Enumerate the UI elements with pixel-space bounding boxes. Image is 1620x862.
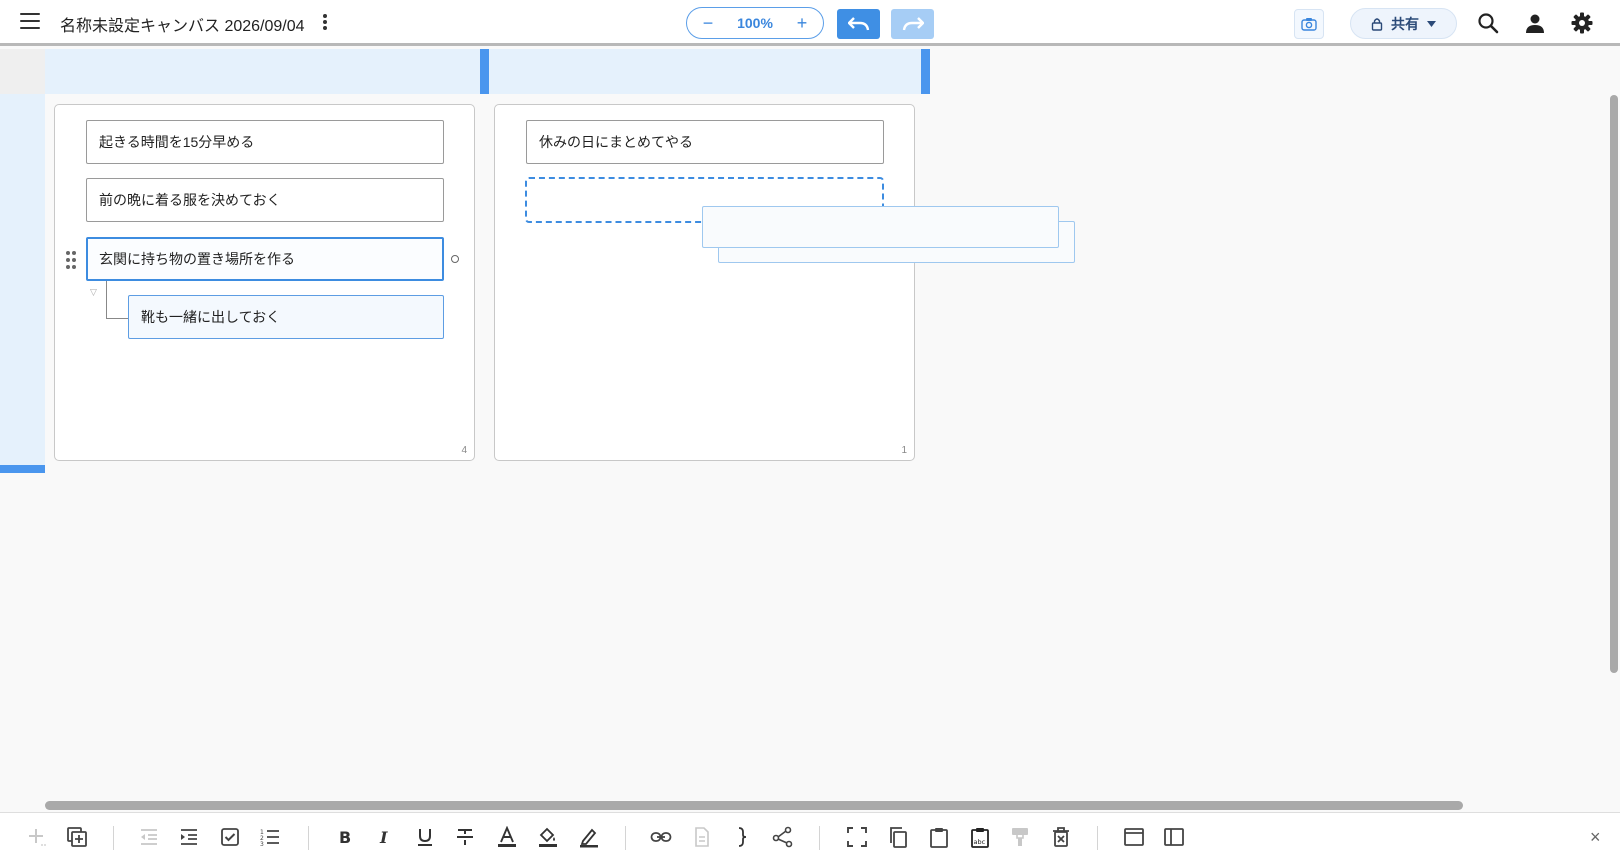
- search-icon[interactable]: [1477, 12, 1499, 34]
- undo-icon: [847, 17, 869, 31]
- item-count: 4: [461, 445, 467, 456]
- svg-text:abc: abc: [974, 838, 986, 846]
- toolbar-separator: [113, 826, 114, 850]
- vertical-scrollbar-thumb[interactable]: [1610, 95, 1618, 673]
- connector-handle-icon[interactable]: [451, 255, 459, 263]
- dragged-card-ghost[interactable]: [702, 206, 1059, 248]
- toolbar-separator: [625, 826, 626, 850]
- card-item[interactable]: 起きる時間を15分早める: [86, 120, 444, 164]
- caret-down-icon: [1427, 20, 1436, 27]
- svg-text:B: B: [339, 828, 351, 847]
- delete-icon[interactable]: [1049, 825, 1073, 849]
- redo-button[interactable]: [891, 9, 934, 39]
- zoom-level[interactable]: 100%: [737, 15, 773, 31]
- numbered-list-icon[interactable]: 123: [258, 825, 282, 849]
- bold-icon[interactable]: B: [333, 825, 357, 849]
- camera-icon: [1301, 18, 1317, 31]
- card-item[interactable]: 休みの日にまとめてやる: [526, 120, 884, 164]
- share-label: 共有: [1391, 15, 1419, 32]
- underline-icon[interactable]: [413, 825, 437, 849]
- note-icon[interactable]: [690, 825, 714, 849]
- column-header-1[interactable]: [45, 49, 480, 94]
- drag-handle-icon[interactable]: [66, 251, 78, 269]
- italic-icon[interactable]: I: [373, 825, 397, 849]
- svg-text:3: 3: [260, 841, 264, 848]
- add-item-icon[interactable]: [25, 825, 49, 849]
- horizontal-scrollbar-thumb[interactable]: [45, 801, 1463, 810]
- outdent-icon[interactable]: [137, 825, 161, 849]
- toolbar-separator: [819, 826, 820, 850]
- connector-share-icon[interactable]: [771, 825, 795, 849]
- format-painter-icon[interactable]: [1008, 825, 1032, 849]
- row-resize-handle[interactable]: [0, 465, 45, 473]
- menu-icon[interactable]: [20, 13, 40, 31]
- strikethrough-icon[interactable]: [453, 825, 477, 849]
- column-header-2[interactable]: [489, 49, 921, 94]
- svg-text:I: I: [379, 828, 388, 847]
- window-layout-icon[interactable]: [1122, 825, 1146, 849]
- collapse-triangle-icon[interactable]: ▽: [90, 287, 97, 298]
- child-card-item[interactable]: 靴も一緒に出しておく: [128, 295, 444, 339]
- column-resize-handle-1[interactable]: [480, 49, 489, 94]
- checkbox-icon[interactable]: [218, 825, 242, 849]
- border-color-icon[interactable]: [577, 825, 601, 849]
- sidebar-layout-icon[interactable]: [1162, 825, 1186, 849]
- toolbar-separator: [1097, 826, 1098, 850]
- indent-icon[interactable]: [177, 825, 201, 849]
- zoom-control: − 100% +: [686, 7, 824, 39]
- redo-icon: [902, 17, 924, 31]
- item-count: 1: [901, 445, 907, 456]
- font-color-icon[interactable]: [495, 825, 519, 849]
- copy-icon[interactable]: [886, 825, 910, 849]
- format-toolbar: 123 B I abc ×: [0, 812, 1620, 862]
- card-item-selected[interactable]: 玄関に持ち物の置き場所を作る: [86, 237, 444, 281]
- share-button[interactable]: 共有: [1350, 8, 1457, 39]
- zoom-out-button[interactable]: −: [699, 14, 717, 32]
- lock-icon: [1371, 17, 1383, 31]
- duplicate-add-icon[interactable]: [65, 825, 89, 849]
- fit-screen-icon[interactable]: [845, 825, 869, 849]
- tree-connector-line: [106, 281, 129, 319]
- canvas-title[interactable]: 名称未設定キャンバス 2026/09/04: [60, 12, 305, 36]
- card-item[interactable]: 前の晩に着る服を決めておく: [86, 178, 444, 222]
- paste-icon[interactable]: [927, 825, 951, 849]
- top-header: 名称未設定キャンバス 2026/09/04 − 100% + 共有: [0, 0, 1620, 46]
- paste-text-icon[interactable]: abc: [968, 825, 992, 849]
- screenshot-button[interactable]: [1294, 9, 1324, 39]
- toolbar-separator: [308, 826, 309, 850]
- close-toolbar-icon[interactable]: ×: [1590, 827, 1601, 848]
- link-icon[interactable]: [649, 825, 673, 849]
- settings-gear-icon[interactable]: [1571, 12, 1593, 34]
- brace-icon[interactable]: [730, 825, 754, 849]
- undo-button[interactable]: [837, 9, 880, 39]
- account-icon[interactable]: [1524, 12, 1546, 34]
- grid-corner: [0, 49, 45, 94]
- zoom-in-button[interactable]: +: [793, 14, 811, 32]
- row-header[interactable]: [0, 94, 45, 467]
- column-resize-handle-2[interactable]: [921, 49, 930, 94]
- fill-color-icon[interactable]: [536, 825, 560, 849]
- more-options-icon[interactable]: [318, 14, 332, 32]
